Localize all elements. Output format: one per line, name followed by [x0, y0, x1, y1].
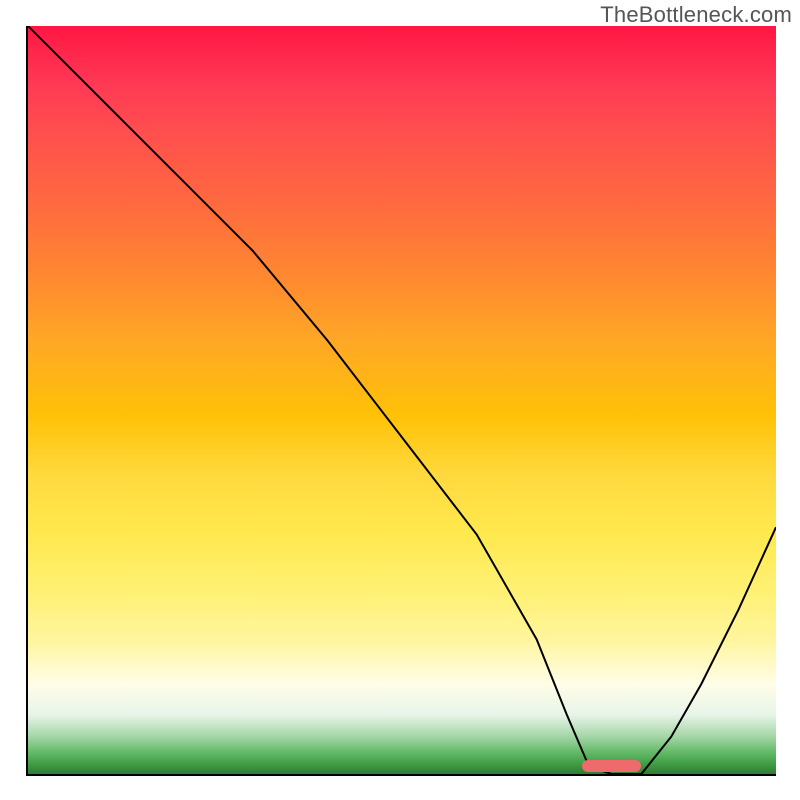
optimal-marker	[582, 760, 642, 772]
curve-path	[28, 26, 776, 774]
bottleneck-curve	[28, 26, 776, 774]
plot-area	[26, 26, 776, 776]
watermark-text: TheBottleneck.com	[600, 2, 792, 28]
